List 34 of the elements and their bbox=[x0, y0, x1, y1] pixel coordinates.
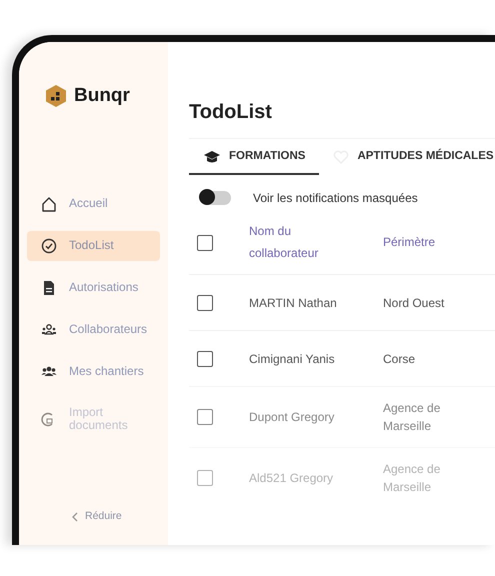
table-cell-text: Agence de Marseille bbox=[383, 400, 442, 436]
document-icon bbox=[41, 280, 57, 296]
toggle-switch[interactable] bbox=[201, 191, 231, 206]
sidebar-item[interactable]: Accueil bbox=[27, 188, 160, 218]
column-header[interactable]: Périmètre bbox=[383, 232, 495, 254]
checkbox[interactable] bbox=[197, 350, 213, 367]
table-cell-text: Ald521 Gregory bbox=[249, 470, 334, 488]
sidebar-item[interactable]: Import documents bbox=[27, 398, 160, 439]
tab[interactable]: FORMATIONS bbox=[189, 139, 320, 176]
table-cell-text: Nord Ouest bbox=[383, 294, 446, 312]
collapse-button[interactable]: Réduire bbox=[71, 508, 160, 525]
table-cell-text: MARTIN Nathan bbox=[249, 294, 338, 312]
chevron-left-icon bbox=[71, 512, 79, 522]
column-header[interactable]: Nom du collaborateur bbox=[249, 221, 339, 264]
table-cell-text: Agence de Marseille bbox=[383, 461, 442, 496]
check-circle-icon bbox=[41, 238, 57, 254]
team-icon bbox=[41, 322, 57, 338]
table-cell-text: Cimignani Yanis bbox=[249, 350, 336, 368]
sidebar-item[interactable]: Mes chantiers bbox=[27, 356, 160, 386]
toggle-label: Voir les notifications masquées bbox=[253, 190, 418, 208]
sidebar-item[interactable]: Autorisations bbox=[27, 272, 160, 302]
brand-name: Bunqr bbox=[74, 84, 130, 108]
graduation-cap-icon bbox=[203, 150, 221, 164]
sidebar-item[interactable]: TodoList bbox=[27, 230, 160, 260]
tab[interactable]: APTITUDES MÉDICALES bbox=[319, 139, 495, 176]
home-icon bbox=[41, 196, 57, 212]
page-title: TodoList bbox=[189, 100, 273, 124]
checkbox[interactable] bbox=[197, 234, 213, 251]
table-cell-text: Dupont Gregory bbox=[249, 409, 336, 426]
sidebar-item[interactable]: Collaborateurs bbox=[27, 314, 160, 344]
checkbox[interactable] bbox=[197, 294, 213, 311]
logo-icon bbox=[45, 84, 67, 108]
checkbox[interactable] bbox=[197, 409, 213, 426]
table-cell-text: Corse bbox=[383, 350, 416, 368]
